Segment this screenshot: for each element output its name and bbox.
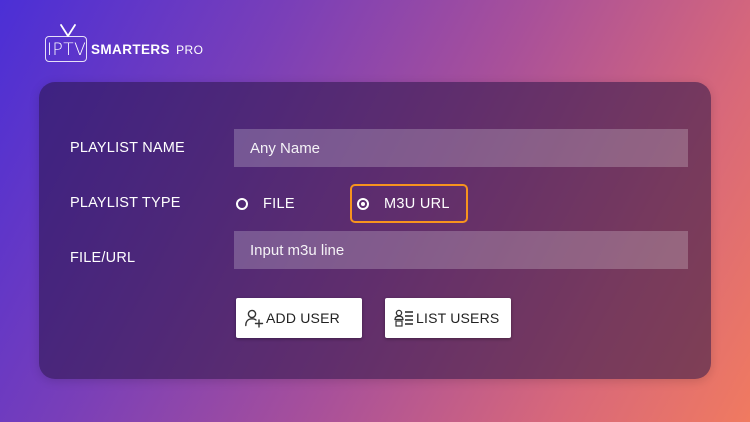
list-users-icon — [394, 309, 413, 327]
add-playlist-panel: PLAYLIST NAME PLAYLIST TYPE FILE M3U URL… — [39, 82, 711, 379]
radio-option-file-label: FILE — [263, 196, 295, 212]
file-url-label: FILE/URL — [70, 250, 136, 266]
logo-smarters-word: SMARTERS — [91, 42, 170, 57]
playlist-name-label: PLAYLIST NAME — [70, 140, 185, 156]
logo-pro-text: PRO — [176, 43, 204, 57]
radio-option-m3u-url-label: M3U URL — [384, 195, 450, 212]
radio-option-file[interactable]: FILE — [236, 186, 295, 222]
radio-option-m3u-url[interactable]: M3U URL — [350, 184, 468, 223]
file-url-input[interactable] — [234, 231, 688, 269]
logo-smarters-text: SMARTERS PRO — [91, 41, 203, 59]
app-logo: IPTV SMARTERS PRO — [45, 24, 207, 68]
add-user-button[interactable]: ADD USER — [236, 298, 362, 338]
playlist-name-input[interactable] — [234, 129, 688, 167]
logo-iptv-text: IPTV — [47, 40, 87, 60]
radio-button-selected-icon — [357, 197, 369, 210]
list-users-button[interactable]: LIST USERS — [385, 298, 511, 338]
add-user-button-label: ADD USER — [266, 310, 340, 326]
list-users-button-label: LIST USERS — [416, 310, 500, 326]
radio-button-icon — [236, 198, 248, 210]
add-user-icon — [245, 309, 264, 328]
playlist-type-label: PLAYLIST TYPE — [70, 195, 181, 211]
